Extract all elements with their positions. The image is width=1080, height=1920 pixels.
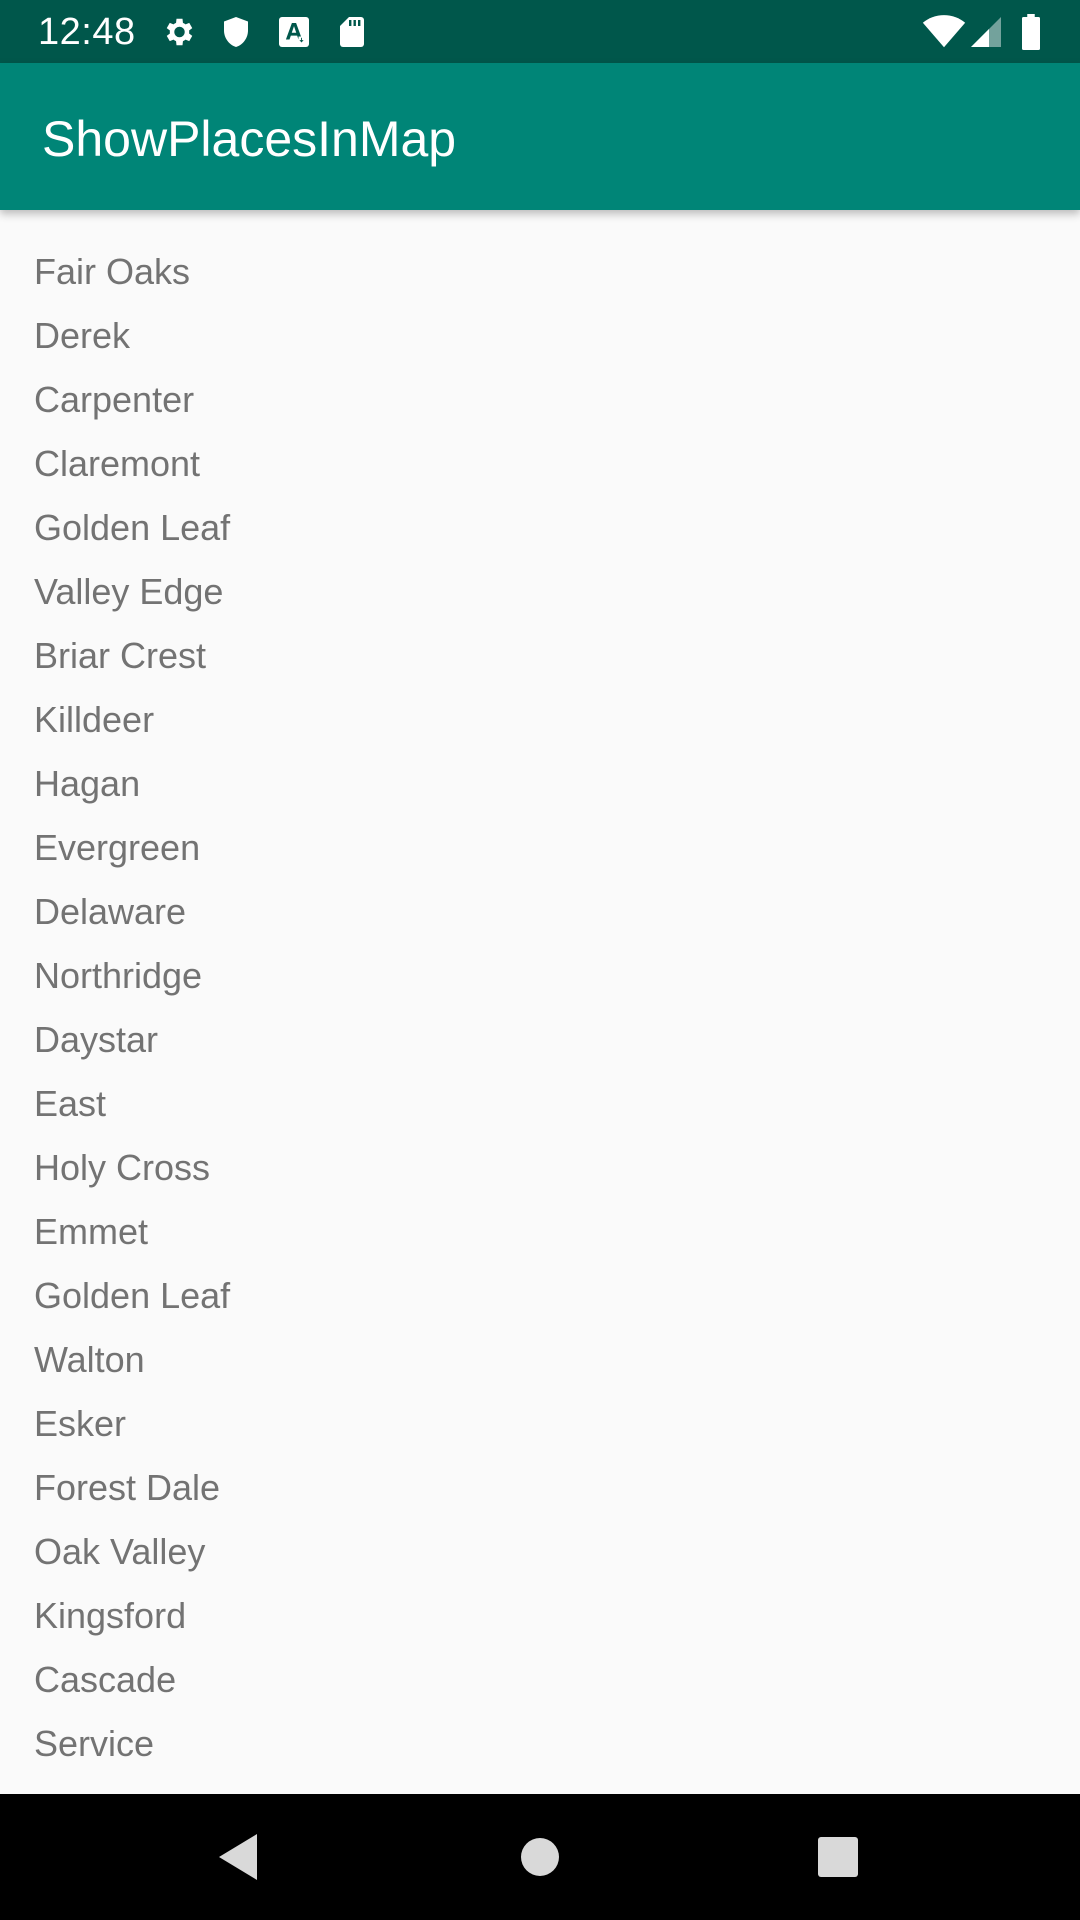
- place-item-esker[interactable]: Esker: [0, 1392, 1080, 1456]
- place-item-northridge[interactable]: Northridge: [0, 944, 1080, 1008]
- gear-icon: [160, 14, 196, 50]
- font-download-icon: [276, 14, 312, 50]
- shield-icon: [218, 14, 254, 50]
- place-item-golden-leaf[interactable]: Golden Leaf: [0, 496, 1080, 560]
- navigation-bar: [0, 1794, 1080, 1920]
- home-icon[interactable]: [505, 1822, 575, 1892]
- place-item-claremont[interactable]: Claremont: [0, 432, 1080, 496]
- place-item-cascade[interactable]: Cascade: [0, 1648, 1080, 1712]
- place-item-evergreen[interactable]: Evergreen: [0, 816, 1080, 880]
- recents-icon[interactable]: [803, 1822, 873, 1892]
- back-icon[interactable]: [203, 1822, 273, 1892]
- place-item-carpenter[interactable]: Carpenter: [0, 368, 1080, 432]
- place-item-hagan[interactable]: Hagan: [0, 752, 1080, 816]
- sd-card-icon: [334, 14, 370, 50]
- app-title: ShowPlacesInMap: [42, 111, 457, 167]
- place-item-valley-edge[interactable]: Valley Edge: [0, 560, 1080, 624]
- place-item-briar-crest[interactable]: Briar Crest: [0, 624, 1080, 688]
- place-item-golden-leaf-2[interactable]: Golden Leaf: [0, 1264, 1080, 1328]
- status-bar: 12:48: [0, 0, 1080, 63]
- status-time: 12:48: [38, 11, 136, 53]
- place-item-delaware[interactable]: Delaware: [0, 880, 1080, 944]
- place-item-holy-cross[interactable]: Holy Cross: [0, 1136, 1080, 1200]
- place-item-kingsford[interactable]: Kingsford: [0, 1584, 1080, 1648]
- place-item-oak-valley[interactable]: Oak Valley: [0, 1520, 1080, 1584]
- battery-icon: [1016, 14, 1046, 50]
- place-item-forest-dale[interactable]: Forest Dale: [0, 1456, 1080, 1520]
- place-item-walton[interactable]: Walton: [0, 1328, 1080, 1392]
- place-item-service[interactable]: Service: [0, 1712, 1080, 1776]
- place-item-east[interactable]: East: [0, 1072, 1080, 1136]
- place-item-emmet[interactable]: Emmet: [0, 1200, 1080, 1264]
- place-item-fair-oaks[interactable]: Fair Oaks: [0, 240, 1080, 304]
- place-item-killdeer[interactable]: Killdeer: [0, 688, 1080, 752]
- place-item-daystar[interactable]: Daystar: [0, 1008, 1080, 1072]
- signal-icon: [968, 14, 1004, 50]
- place-item-derek[interactable]: Derek: [0, 304, 1080, 368]
- place-list: Fair Oaks Derek Carpenter Claremont Gold…: [0, 240, 1080, 1776]
- wifi-icon: [922, 14, 966, 50]
- app-bar: ShowPlacesInMap: [0, 63, 1080, 210]
